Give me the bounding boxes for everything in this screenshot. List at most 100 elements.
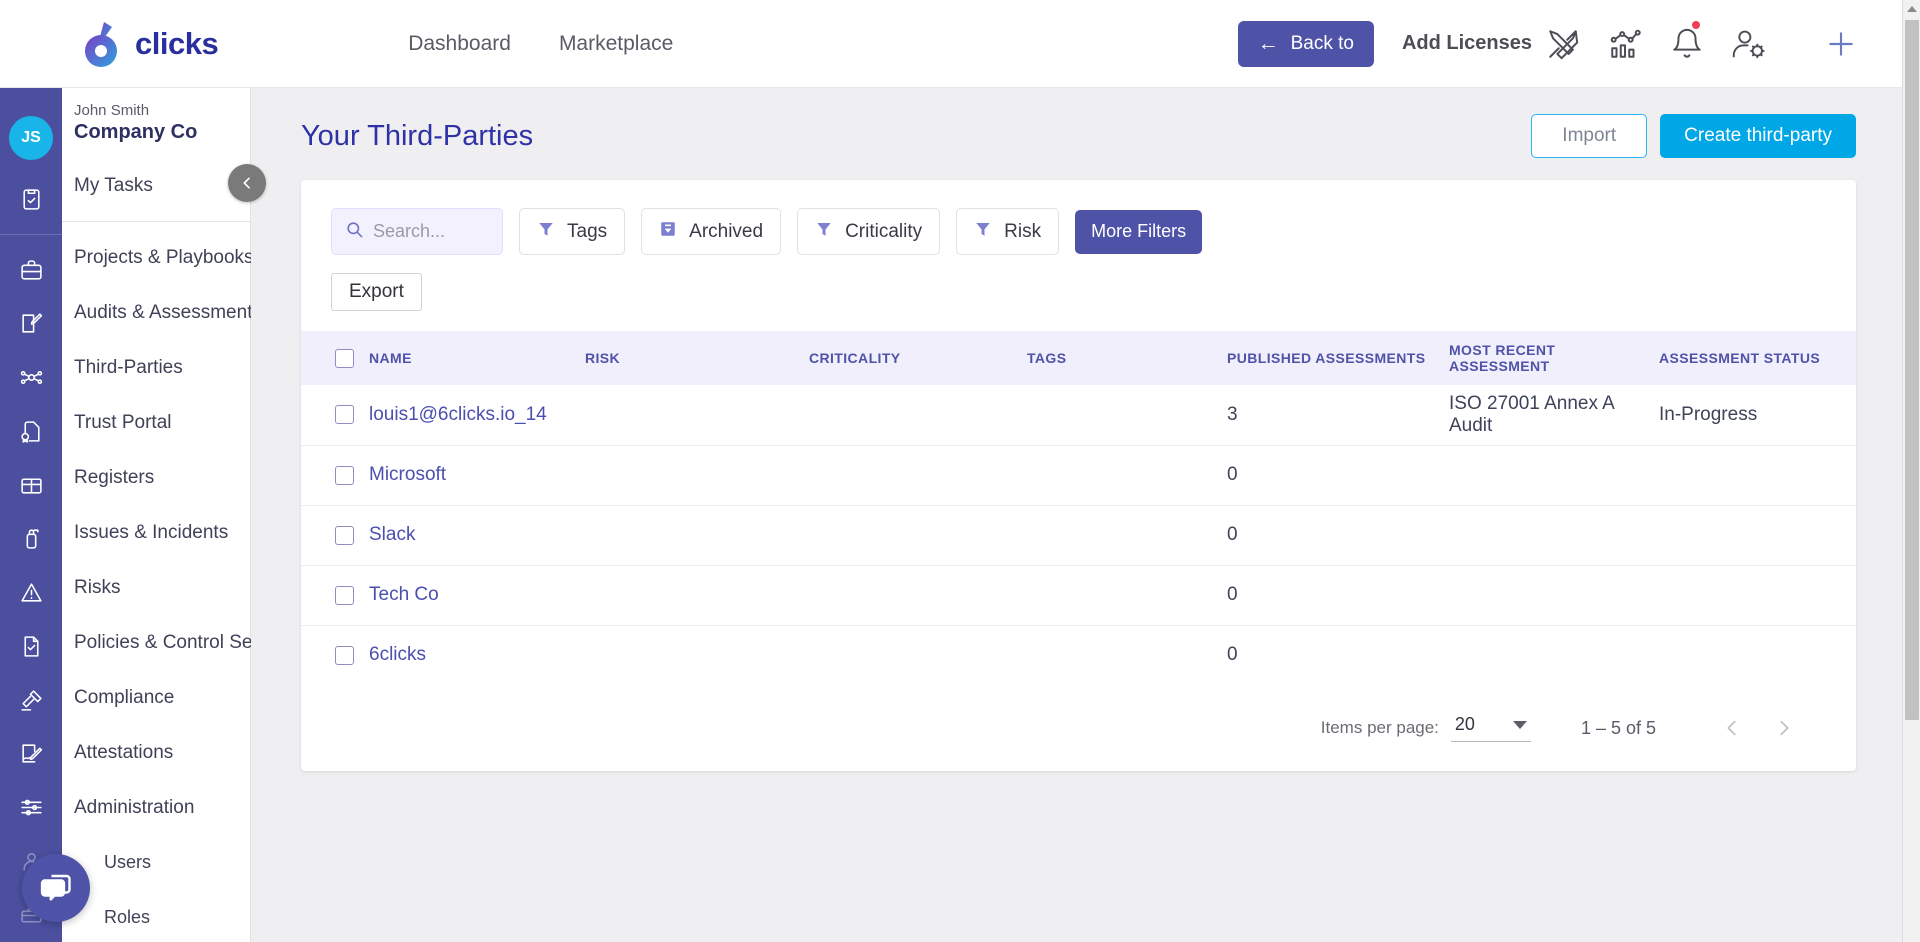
analytics-icon[interactable] — [1594, 16, 1656, 72]
row-most-recent-cell — [1449, 625, 1659, 685]
row-checkbox[interactable] — [335, 645, 354, 665]
add-licenses-link[interactable]: Add Licenses — [1402, 32, 1532, 55]
search-input[interactable] — [373, 221, 483, 242]
page-scrollbar[interactable] — [1902, 0, 1920, 942]
brand-logo-text: clicks — [135, 25, 219, 61]
row-checkbox[interactable] — [335, 405, 354, 425]
row-most-recent-cell — [1449, 565, 1659, 626]
row-tags-cell — [1027, 505, 1227, 566]
column-header-published-assessments[interactable]: PUBLISHED ASSESSMENTS — [1227, 331, 1449, 385]
sidebar-item-registers[interactable]: Registers — [62, 450, 250, 505]
column-header-risk[interactable]: RISK — [585, 331, 809, 385]
filter-chip-tags[interactable]: Tags — [519, 208, 626, 255]
scrollbar-thumb[interactable] — [1905, 20, 1919, 720]
row-checkbox[interactable] — [335, 585, 354, 605]
search-box[interactable] — [331, 208, 503, 255]
filter-chip-archived[interactable]: Archived — [641, 208, 782, 255]
sidebar-icon-attestations[interactable] — [0, 727, 62, 781]
nav-marketplace[interactable]: Marketplace — [559, 32, 673, 56]
third-party-name-link[interactable]: 6clicks — [369, 644, 426, 665]
more-filters-button[interactable]: More Filters — [1075, 209, 1203, 254]
funnel-icon — [974, 220, 992, 244]
sidebar-icon-issues-incidents[interactable] — [0, 512, 62, 566]
column-header-criticality[interactable]: CRITICALITY — [809, 331, 1027, 385]
table-row[interactable]: louis1@6clicks.io_14 3 ISO 27001 Annex A… — [301, 385, 1856, 446]
sidebar-item-audits-assessments[interactable]: Audits & Assessments — [62, 285, 262, 340]
sidebar-item-administration[interactable]: Administration — [62, 780, 250, 835]
table-row[interactable]: Tech Co 0 — [301, 565, 1856, 626]
third-party-name-link[interactable]: Slack — [369, 524, 415, 545]
brand-logo[interactable]: clicks — [80, 18, 219, 70]
sidebar-icon-trust-portal[interactable] — [0, 404, 62, 458]
sidebar-item-users[interactable]: Users — [62, 835, 250, 890]
sidebar-user-block[interactable]: John Smith Company Co — [62, 88, 250, 158]
back-to-button[interactable]: ← Back to — [1237, 20, 1374, 67]
row-published-cell: 0 — [1227, 565, 1449, 626]
sidebar-icon-my-tasks[interactable] — [0, 172, 62, 226]
chat-bubble-button[interactable] — [22, 854, 90, 922]
row-status-cell — [1659, 445, 1856, 506]
filter-chip-label: Risk — [1004, 220, 1042, 242]
sidebar-item-label: Compliance — [74, 686, 175, 708]
items-per-page-select[interactable]: 20 — [1450, 714, 1531, 742]
row-tags-cell — [1027, 565, 1227, 626]
row-status-cell — [1659, 565, 1856, 626]
sidebar-item-policies-control-sets[interactable]: Policies & Control Sets — [62, 615, 267, 670]
search-icon — [345, 220, 364, 244]
sidebar-item-label: Risks — [74, 576, 121, 598]
user-settings-icon[interactable] — [1718, 16, 1780, 72]
sidebar-item-my-tasks[interactable]: My Tasks — [62, 158, 250, 213]
sidebar-item-projects-playbooks[interactable]: Projects & Playbooks — [62, 230, 254, 285]
sidebar-label-divider — [62, 221, 250, 222]
sidebar-icon-administration[interactable] — [0, 781, 62, 835]
row-checkbox[interactable] — [335, 465, 354, 485]
export-button[interactable]: Export — [331, 273, 422, 311]
filter-chip-criticality[interactable]: Criticality — [797, 208, 941, 255]
sidebar-icon-projects-playbooks[interactable] — [0, 243, 62, 297]
row-checkbox[interactable] — [335, 525, 354, 545]
scrollbar-up-arrow-icon[interactable] — [1903, 0, 1920, 18]
sidebar-item-roles[interactable]: Roles — [62, 890, 250, 942]
column-header-tags[interactable]: TAGS — [1027, 331, 1227, 385]
sidebar-item-compliance[interactable]: Compliance — [62, 670, 250, 725]
third-party-name-link[interactable]: louis1@6clicks.io_14 — [369, 404, 547, 425]
import-button[interactable]: Import — [1531, 114, 1648, 158]
third-party-name-link[interactable]: Tech Co — [369, 584, 439, 605]
row-tags-cell — [1027, 385, 1227, 446]
notifications-bell-icon[interactable] — [1656, 16, 1718, 72]
avatar[interactable]: JS — [0, 104, 62, 172]
table-row[interactable]: Microsoft 0 — [301, 445, 1856, 506]
select-all-checkbox[interactable] — [335, 348, 354, 368]
sidebar-icon-third-parties[interactable] — [0, 351, 62, 405]
sidebar-icon-compliance[interactable] — [0, 673, 62, 727]
table-row[interactable]: 6clicks 0 — [301, 625, 1856, 685]
top-bar: clicks Dashboard Marketplace ← Back to A… — [0, 0, 1902, 88]
column-header-most-recent-assessment[interactable]: MOST RECENT ASSESSMENT — [1449, 331, 1659, 385]
design-tools-icon[interactable] — [1532, 16, 1594, 72]
pagination: Items per page: 20 1 – 5 of 5 — [301, 685, 1856, 771]
sidebar-icon-audits-assessments[interactable] — [0, 297, 62, 351]
create-third-party-button[interactable]: Create third-party — [1660, 114, 1856, 158]
sidebar-item-attestations[interactable]: Attestations — [62, 725, 250, 780]
sidebar-icon-policies-control-sets[interactable] — [0, 619, 62, 673]
add-plus-icon[interactable] — [1810, 16, 1872, 72]
nav-dashboard[interactable]: Dashboard — [408, 32, 511, 56]
sidebar-icon-registers[interactable] — [0, 458, 62, 512]
sidebar-icon-risks[interactable] — [0, 566, 62, 620]
sidebar-item-label: Audits & Assessments — [74, 301, 262, 323]
filter-toolbar: Tags Archived — [301, 180, 1856, 255]
table-header: NAME RISK CRITICALITY TAGS PUBLISHED ASS… — [301, 331, 1856, 385]
third-party-name-link[interactable]: Microsoft — [369, 464, 446, 485]
table-row[interactable]: Slack 0 — [301, 505, 1856, 566]
third-parties-table: NAME RISK CRITICALITY TAGS PUBLISHED ASS… — [301, 331, 1856, 685]
sidebar-item-trust-portal[interactable]: Trust Portal — [62, 395, 250, 450]
sidebar-item-issues-incidents[interactable]: Issues & Incidents — [62, 505, 250, 560]
column-header-name[interactable]: NAME — [369, 331, 585, 385]
next-page-button[interactable] — [1758, 702, 1810, 754]
filter-chip-risk[interactable]: Risk — [956, 208, 1060, 255]
previous-page-button[interactable] — [1706, 702, 1758, 754]
sidebar-item-third-parties[interactable]: Third-Parties — [62, 340, 250, 395]
sidebar-collapse-button[interactable] — [228, 164, 266, 202]
sidebar-item-risks[interactable]: Risks — [62, 560, 250, 615]
column-header-assessment-status[interactable]: ASSESSMENT STATUS — [1659, 331, 1856, 385]
